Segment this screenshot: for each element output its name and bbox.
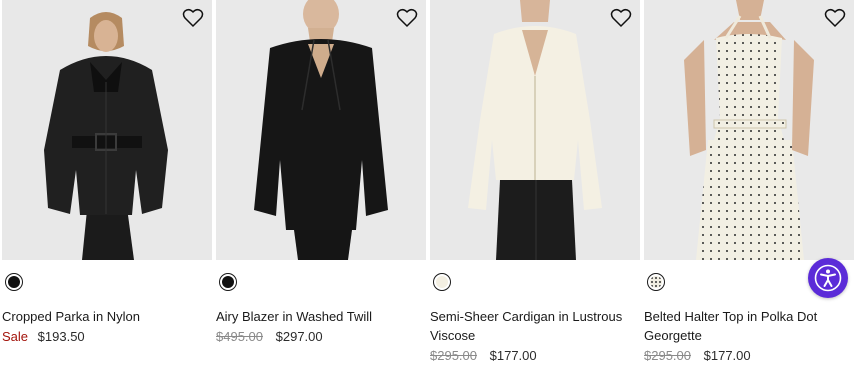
current-price: $297.00	[275, 329, 323, 344]
color-swatch[interactable]	[219, 273, 237, 291]
product-name[interactable]: Cropped Parka in Nylon	[2, 307, 208, 326]
parka-model-illustration	[2, 0, 212, 260]
heart-outline-icon[interactable]	[824, 8, 846, 28]
original-price: $295.00	[644, 348, 691, 363]
price-row: $495.00 $297.00	[216, 329, 323, 345]
original-price: $495.00	[216, 329, 263, 344]
product-image[interactable]	[430, 0, 640, 260]
halter-top-model-illustration	[644, 0, 854, 260]
heart-outline-icon[interactable]	[396, 8, 418, 28]
swatch-color	[436, 276, 448, 288]
sale-label: Sale	[2, 329, 29, 344]
current-price: $177.00	[489, 348, 537, 363]
product-card[interactable]: Cropped Parka in Nylon Sale $193.50	[2, 0, 212, 365]
product-grid: Cropped Parka in Nylon Sale $193.50 Airy…	[0, 0, 858, 365]
color-swatch[interactable]	[433, 273, 451, 291]
product-name[interactable]: Semi-Sheer Cardigan in Lustrous Viscose	[430, 307, 636, 345]
color-swatch[interactable]	[5, 273, 23, 291]
original-price: $295.00	[430, 348, 477, 363]
cardigan-model-illustration	[430, 0, 640, 260]
swatch-color	[650, 276, 662, 288]
color-swatch[interactable]	[647, 273, 665, 291]
product-image[interactable]	[644, 0, 854, 260]
product-name[interactable]: Airy Blazer in Washed Twill	[216, 307, 422, 326]
heart-outline-icon[interactable]	[610, 8, 632, 28]
price-row: $295.00 $177.00	[644, 348, 751, 364]
swatch-color	[8, 276, 20, 288]
blazer-model-illustration	[216, 0, 426, 260]
price-row: Sale $193.50	[2, 329, 85, 345]
product-name[interactable]: Belted Halter Top in Polka Dot Georgette	[644, 307, 850, 345]
product-image[interactable]	[2, 0, 212, 260]
current-price: $177.00	[703, 348, 751, 363]
swatch-color	[222, 276, 234, 288]
accessibility-person-icon	[814, 264, 842, 292]
accessibility-button[interactable]	[808, 258, 848, 298]
product-card[interactable]: Belted Halter Top in Polka Dot Georgette…	[644, 0, 854, 365]
product-card[interactable]: Airy Blazer in Washed Twill $495.00 $297…	[216, 0, 426, 365]
product-image[interactable]	[216, 0, 426, 260]
current-price: $193.50	[37, 329, 85, 344]
price-row: $295.00 $177.00	[430, 348, 537, 364]
heart-outline-icon[interactable]	[182, 8, 204, 28]
product-card[interactable]: Semi-Sheer Cardigan in Lustrous Viscose …	[430, 0, 640, 365]
